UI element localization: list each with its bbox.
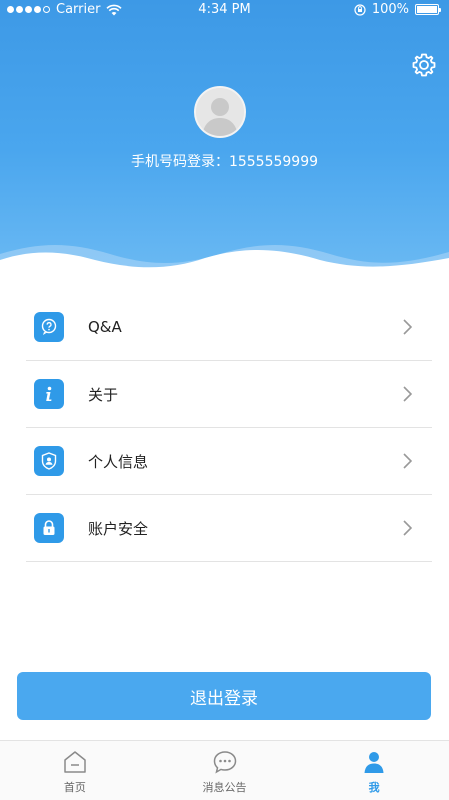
menu-list: Q&A 关于 个人信息 账户安全 (0, 294, 449, 562)
tab-label-messages: 消息公告 (202, 781, 247, 794)
tab-messages[interactable]: 消息公告 (150, 741, 300, 800)
logout-button[interactable]: 退出登录 (17, 672, 431, 720)
header-wave (0, 245, 449, 272)
battery-icon (415, 4, 441, 15)
menu-label-about: 关于 (88, 385, 119, 404)
menu-item-qa[interactable]: Q&A (26, 294, 432, 361)
tab-me[interactable]: 我 (299, 741, 449, 800)
chevron-right-icon (403, 520, 412, 536)
login-phone-text: 手机号码登录：1555559999 (130, 154, 319, 170)
user-icon (364, 752, 384, 773)
menu-label-qa: Q&A (88, 318, 122, 336)
menu-label-personal-info: 个人信息 (88, 452, 149, 471)
menu-item-personal-info[interactable]: 个人信息 (26, 428, 432, 495)
home-icon (64, 751, 86, 773)
gear-icon[interactable] (411, 52, 437, 78)
orientation-lock-icon (354, 3, 366, 16)
info-icon (34, 379, 64, 409)
menu-item-about[interactable]: 关于 (26, 361, 432, 428)
message-icon (213, 751, 236, 774)
profile-header: Carrier 4:34 PM 100% 手机号码登录：1555559999 (0, 0, 449, 272)
tab-bar: 首页 消息公告 我 (0, 740, 449, 800)
status-bar: Carrier 4:34 PM 100% (0, 0, 449, 20)
profile-shield-icon (34, 446, 64, 476)
lock-icon (34, 513, 64, 543)
battery-percent: 100% (371, 2, 409, 17)
menu-item-account-security[interactable]: 账户安全 (26, 495, 432, 562)
default-avatar-icon (196, 88, 244, 136)
avatar[interactable] (194, 86, 246, 138)
tab-label-home: 首页 (63, 781, 86, 794)
chevron-right-icon (403, 453, 412, 469)
tab-home[interactable]: 首页 (0, 741, 150, 800)
tab-label-me: 我 (368, 781, 380, 794)
status-right: 100% (354, 2, 441, 17)
chevron-right-icon (403, 386, 412, 402)
question-icon (34, 312, 64, 342)
menu-label-account-security: 账户安全 (88, 519, 149, 538)
chevron-right-icon (403, 319, 412, 335)
